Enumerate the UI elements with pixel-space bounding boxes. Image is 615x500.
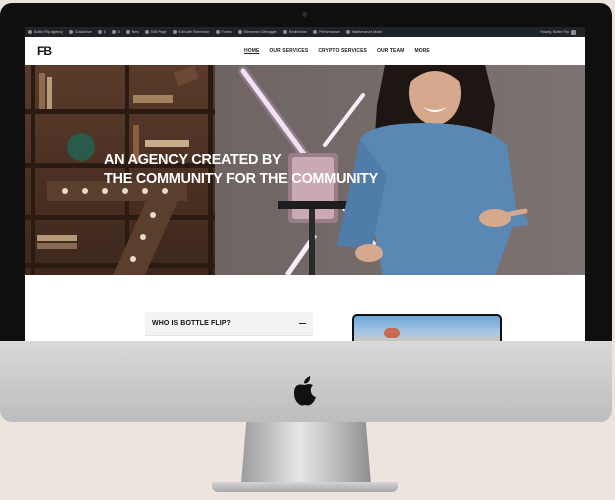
monitor-base <box>212 482 398 492</box>
device-preview-image <box>352 314 502 341</box>
comment-icon <box>111 30 116 34</box>
admin-bar-item-site[interactable]: Bottle Flip Agency <box>28 30 63 34</box>
browser-screen: Bottle Flip Agency Customize 6 0 New Edi… <box>25 27 585 341</box>
hero-heading: AN AGENCY CREATED BY THE COMMUNITY FOR T… <box>104 151 378 189</box>
admin-bar-item-customize[interactable]: Customize <box>68 30 92 34</box>
admin-bar-item-new[interactable]: New <box>125 30 139 34</box>
apple-logo-icon <box>294 376 316 406</box>
wordpress-icon <box>28 30 32 34</box>
nav-item-our-team[interactable]: OUR TEAM <box>377 48 404 54</box>
gauge-icon <box>313 30 318 34</box>
bug-icon <box>237 30 242 34</box>
site-header: FB HOME OUR SERVICES CRYPTO SERVICES OUR… <box>25 37 585 65</box>
brush-icon <box>68 30 73 34</box>
admin-bar-item-redirection[interactable]: Redirection <box>282 30 307 34</box>
avatar <box>571 29 576 35</box>
hero-heading-line-1: AN AGENCY CREATED BY <box>104 152 282 168</box>
hero-heading-line-2: THE COMMUNITY FOR THE COMMUNITY <box>104 171 378 187</box>
plus-icon <box>125 30 130 34</box>
refresh-icon <box>97 30 102 34</box>
nav-item-more[interactable]: MORE <box>414 48 429 54</box>
admin-bar-item-elementor[interactable]: Edit with Elementor <box>172 30 210 34</box>
main-nav: HOME OUR SERVICES CRYPTO SERVICES OUR TE… <box>244 37 430 65</box>
admin-bar-account[interactable]: Howdy, Bottle Flip <box>540 29 576 35</box>
site-logo[interactable]: FB <box>37 44 52 58</box>
forms-icon <box>215 30 220 34</box>
admin-bar-item-comments[interactable]: 0 <box>111 30 120 34</box>
webcam-icon <box>302 12 307 17</box>
pencil-icon <box>144 30 149 34</box>
about-section: WHO IS BOTTLE FLIP? <box>25 275 585 341</box>
admin-bar-item-updates[interactable]: 6 <box>97 30 106 34</box>
nav-item-home[interactable]: HOME <box>244 48 259 54</box>
admin-bar-item-edit-page[interactable]: Edit Page <box>144 30 167 34</box>
nav-item-crypto-services[interactable]: CRYPTO SERVICES <box>318 48 367 54</box>
monitor-stand <box>241 422 371 484</box>
admin-bar-item-maintenance[interactable]: Maintenance Mode <box>345 30 382 34</box>
minus-icon[interactable] <box>299 322 306 325</box>
admin-bar-item-debugger[interactable]: Elementor Debugger <box>237 30 277 34</box>
faq-accordion-item[interactable]: WHO IS BOTTLE FLIP? <box>145 312 313 336</box>
admin-bar-item-performance[interactable]: Performance <box>313 30 340 34</box>
hero-banner: AN AGENCY CREATED BY THE COMMUNITY FOR T… <box>25 65 585 275</box>
admin-bar: Bottle Flip Agency Customize 6 0 New Edi… <box>25 27 585 37</box>
arrow-icon <box>282 30 287 34</box>
admin-bar-item-forms[interactable]: Forms <box>215 30 232 34</box>
nav-item-our-services[interactable]: OUR SERVICES <box>269 48 308 54</box>
faq-question: WHO IS BOTTLE FLIP? <box>152 320 231 327</box>
elementor-icon <box>172 30 177 34</box>
preview-photo <box>354 316 500 341</box>
wrench-icon <box>345 30 350 34</box>
